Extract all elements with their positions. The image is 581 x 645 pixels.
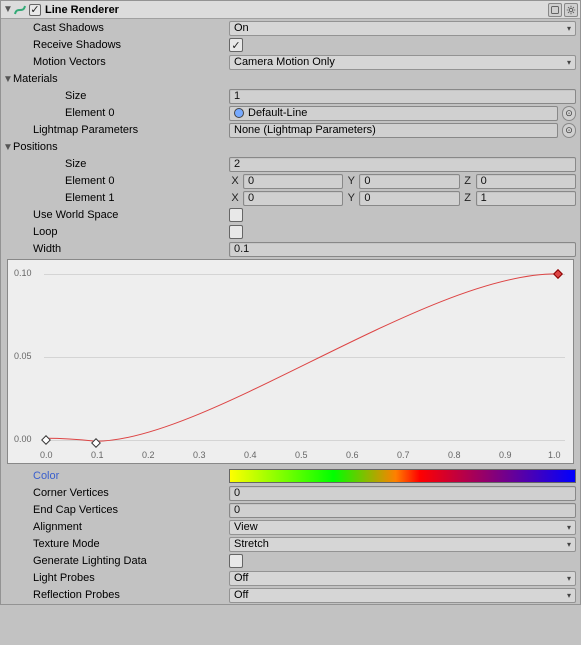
use-world-space-label: Use World Space — [17, 209, 229, 221]
end-cap-vertices-label: End Cap Vertices — [17, 504, 229, 516]
texture-mode-dropdown[interactable]: Stretch▾ — [229, 537, 576, 552]
z-label: Z — [462, 175, 474, 187]
help-icon[interactable] — [548, 3, 562, 17]
light-probes-label: Light Probes — [17, 572, 229, 584]
element0-z-input[interactable]: 0 — [476, 174, 576, 189]
element1-z-input[interactable]: 1 — [476, 191, 576, 206]
corner-vertices-row: Corner Vertices 0 — [1, 485, 580, 501]
positions-element1-row: Element 1 X0 Y0 Z1 — [1, 190, 580, 206]
corner-vertices-input[interactable]: 0 — [229, 486, 576, 501]
gear-icon[interactable] — [564, 3, 578, 17]
reflection-probes-dropdown[interactable]: Off▾ — [229, 588, 576, 603]
width-label: Width — [17, 243, 229, 255]
positions-label: Positions — [13, 141, 58, 153]
color-row: Color — [1, 468, 580, 484]
z-label: Z — [462, 192, 474, 204]
component-header[interactable]: ▼ ✓ Line Renderer — [1, 1, 580, 19]
materials-section[interactable]: ▼ Materials — [1, 71, 580, 87]
texture-mode-row: Texture Mode Stretch▾ — [1, 536, 580, 552]
component-title: Line Renderer — [45, 4, 548, 16]
lightmap-params-label: Lightmap Parameters — [17, 124, 229, 136]
generate-lighting-label: Generate Lighting Data — [17, 555, 229, 567]
reflection-probes-row: Reflection Probes Off▾ — [1, 587, 580, 603]
y-label: Y — [345, 192, 357, 204]
use-world-space-row: Use World Space — [1, 207, 580, 223]
positions-size-label: Size — [33, 158, 229, 170]
width-curve-editor[interactable]: 0.10 0.05 0.00 0.0 0.1 0.2 0.3 0.4 0.5 0… — [7, 259, 574, 464]
use-world-space-checkbox[interactable] — [229, 208, 243, 222]
receive-shadows-checkbox[interactable]: ✓ — [229, 38, 243, 52]
loop-row: Loop — [1, 224, 580, 240]
object-picker-icon[interactable]: ⊙ — [562, 123, 576, 138]
chevron-down-icon: ▾ — [567, 574, 571, 583]
materials-label: Materials — [13, 73, 58, 85]
cast-shadows-row: Cast Shadows On▾ — [1, 20, 580, 36]
material-object-field[interactable]: Default-Line — [229, 106, 558, 121]
cast-shadows-label: Cast Shadows — [17, 22, 229, 34]
chevron-down-icon: ▾ — [567, 24, 571, 33]
texture-mode-label: Texture Mode — [17, 538, 229, 550]
element0-x-input[interactable]: 0 — [243, 174, 343, 189]
generate-lighting-checkbox[interactable] — [229, 554, 243, 568]
alignment-row: Alignment View▾ — [1, 519, 580, 535]
receive-shadows-row: Receive Shadows ✓ — [1, 37, 580, 53]
materials-element0-row: Element 0 Default-Line ⊙ — [1, 105, 580, 121]
curve-line — [8, 260, 573, 463]
generate-lighting-row: Generate Lighting Data — [1, 553, 580, 569]
element1-y-input[interactable]: 0 — [359, 191, 459, 206]
positions-element1-label: Element 1 — [33, 192, 229, 204]
object-picker-icon[interactable]: ⊙ — [562, 106, 576, 121]
materials-size-input[interactable]: 1 — [229, 89, 576, 104]
chevron-down-icon: ▾ — [567, 591, 571, 600]
motion-vectors-row: Motion Vectors Camera Motion Only▾ — [1, 54, 580, 70]
motion-vectors-dropdown[interactable]: Camera Motion Only▾ — [229, 55, 576, 70]
positions-size-row: Size 2 — [1, 156, 580, 172]
chevron-down-icon: ▾ — [567, 540, 571, 549]
light-probes-row: Light Probes Off▾ — [1, 570, 580, 586]
element1-x-input[interactable]: 0 — [243, 191, 343, 206]
foldout-toggle[interactable]: ▼ — [3, 4, 13, 15]
element0-y-input[interactable]: 0 — [359, 174, 459, 189]
foldout-toggle[interactable]: ▼ — [3, 74, 13, 85]
loop-label: Loop — [17, 226, 229, 238]
positions-section[interactable]: ▼ Positions — [1, 139, 580, 155]
motion-vectors-label: Motion Vectors — [17, 56, 229, 68]
lightmap-params-row: Lightmap Parameters None (Lightmap Param… — [1, 122, 580, 138]
chevron-down-icon: ▾ — [567, 58, 571, 67]
reflection-probes-label: Reflection Probes — [17, 589, 229, 601]
foldout-toggle[interactable]: ▼ — [3, 142, 13, 153]
receive-shadows-label: Receive Shadows — [17, 39, 229, 51]
end-cap-vertices-input[interactable]: 0 — [229, 503, 576, 518]
materials-size-label: Size — [33, 90, 229, 102]
width-input[interactable]: 0.1 — [229, 242, 576, 257]
positions-element0-row: Element 0 X0 Y0 Z0 — [1, 173, 580, 189]
end-cap-vertices-row: End Cap Vertices 0 — [1, 502, 580, 518]
enable-checkbox[interactable]: ✓ — [29, 4, 41, 16]
alignment-dropdown[interactable]: View▾ — [229, 520, 576, 535]
corner-vertices-label: Corner Vertices — [17, 487, 229, 499]
materials-element0-label: Element 0 — [33, 107, 229, 119]
material-icon — [234, 108, 244, 118]
x-label: X — [229, 192, 241, 204]
light-probes-dropdown[interactable]: Off▾ — [229, 571, 576, 586]
lightmap-params-field[interactable]: None (Lightmap Parameters) — [229, 123, 558, 138]
color-gradient-field[interactable] — [229, 469, 576, 483]
alignment-label: Alignment — [17, 521, 229, 533]
cast-shadows-dropdown[interactable]: On▾ — [229, 21, 576, 36]
width-row: Width 0.1 — [1, 241, 580, 257]
loop-checkbox[interactable] — [229, 225, 243, 239]
materials-size-row: Size 1 — [1, 88, 580, 104]
chevron-down-icon: ▾ — [567, 523, 571, 532]
positions-element0-label: Element 0 — [33, 175, 229, 187]
component-panel: ▼ ✓ Line Renderer Cast Shadows On▾ Recei… — [0, 0, 581, 605]
y-label: Y — [345, 175, 357, 187]
color-label: Color — [17, 470, 229, 482]
positions-size-input[interactable]: 2 — [229, 157, 576, 172]
line-renderer-icon — [13, 3, 27, 17]
x-label: X — [229, 175, 241, 187]
